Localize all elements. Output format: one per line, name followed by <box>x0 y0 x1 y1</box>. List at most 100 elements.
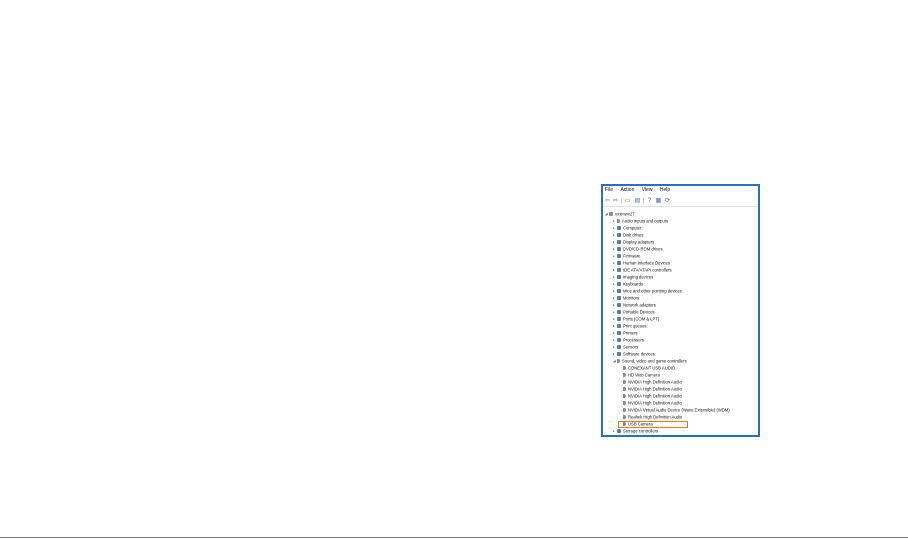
tree-device[interactable]: NVIDIA High Definition Audio <box>623 378 682 385</box>
tree-item-label: Print queues <box>623 323 647 329</box>
tree-category[interactable]: ▸ Human Interface Devices <box>613 259 670 266</box>
device-category-icon <box>617 232 621 237</box>
tree-item-label: System devices <box>623 435 652 437</box>
selected-row <box>619 435 661 437</box>
tree-item-label: NVIDIA High Definition Audio <box>628 400 682 406</box>
tree-category[interactable]: ▸ Portable Devices <box>613 308 655 315</box>
tree-device[interactable]: NVIDIA High Definition Audio <box>623 392 682 399</box>
toolbar-separator <box>643 198 644 204</box>
list-icon[interactable]: ▦ <box>655 198 662 204</box>
tree-category[interactable]: ▸ Printers <box>613 329 637 336</box>
tree-item-label: Sensors <box>623 344 639 350</box>
forward-arrow-icon[interactable]: ⇨ <box>612 198 619 204</box>
speaker-icon <box>617 358 620 363</box>
tree-item-label: Portable Devices <box>623 309 655 315</box>
tree-category[interactable]: ▸ Imaging devices <box>613 273 653 280</box>
speaker-icon <box>623 379 626 384</box>
tree-item-label: DVD/CD-ROM drives <box>623 246 663 252</box>
computer-icon[interactable]: ▭ <box>624 198 631 204</box>
device-tree: ◢ xxxmwx27 ▸ Audio inputs and outputs ▸ Comp… <box>603 210 758 437</box>
device-category-icon <box>617 239 621 244</box>
speaker-icon <box>623 365 626 370</box>
tree-device[interactable]: NVIDIA High Definition Audio <box>623 385 682 392</box>
tree-device[interactable]: NVIDIA Virtual Audio Device (Wave Extens… <box>623 406 730 413</box>
usb-camera-highlight <box>618 421 688 428</box>
tree-category[interactable]: ▸ Firmware <box>613 252 640 259</box>
tree-item-label: Disk drives <box>623 232 644 238</box>
tree-item-label: Firmware <box>623 253 641 259</box>
tree-category[interactable]: ▸ Sensors <box>613 343 638 350</box>
device-category-icon <box>617 246 621 251</box>
tree-item-label: Display adapters <box>623 239 655 245</box>
properties-icon[interactable]: ▤ <box>634 198 641 204</box>
tree-item-label: Software devices <box>623 351 655 357</box>
device-category-icon <box>617 316 621 321</box>
bottom-rule <box>0 537 908 538</box>
tree-category[interactable]: ▸ Network adapters <box>613 301 656 308</box>
toolbar: ⇦ ⇨ ▭ ▤ ? ▦ ⟳ <box>603 196 758 207</box>
device-category-icon <box>617 274 621 279</box>
menu-action[interactable]: Action <box>620 186 634 195</box>
tree-item-label: Printers <box>623 330 638 336</box>
tree-root[interactable]: ◢ xxxmwx27 <box>605 210 635 217</box>
menu-bar: File Action View Help <box>603 186 758 195</box>
tree-category[interactable]: ▸ Storage controllers <box>613 427 658 434</box>
tree-category[interactable]: ▸ Monitors <box>613 294 639 301</box>
tree-item-label: Mice and other pointing devices <box>623 288 682 294</box>
tree-item-label: Human Interface Devices <box>623 260 671 266</box>
tree-category[interactable]: ▸ Display adapters <box>613 238 654 245</box>
tree-item-label: Realtek High Definition Audio <box>628 414 683 420</box>
tree-device[interactable]: NVIDIA High Definition Audio <box>623 399 682 406</box>
tree-category[interactable]: ▸ Computer <box>613 224 641 231</box>
tree-category[interactable]: ▸ DVD/CD-ROM drives <box>613 245 663 252</box>
help-icon[interactable]: ? <box>646 198 653 204</box>
back-arrow-icon[interactable]: ⇦ <box>604 198 611 204</box>
device-category-icon <box>617 344 621 349</box>
tree-category[interactable]: ▸ Ports (COM & LPT) <box>613 315 659 322</box>
tree-category[interactable]: ▸ Disk drives <box>613 231 643 238</box>
tree-category[interactable]: ▸ Audio inputs and outputs <box>613 217 668 224</box>
tree-category[interactable]: ▸ Software devices <box>613 350 655 357</box>
tree-category[interactable]: ▸ IDE ATA/ATAPI controllers <box>613 266 672 273</box>
tree-category[interactable]: ▸ Processors <box>613 336 644 343</box>
device-category-icon <box>617 218 620 223</box>
speaker-icon <box>623 407 626 412</box>
tree-item-label: Monitors <box>623 295 640 301</box>
tree-device[interactable]: HD Web Camera <box>623 371 660 378</box>
toolbar-separator <box>621 198 622 204</box>
menu-view[interactable]: View <box>642 186 653 195</box>
tree-item-label: NVIDIA Virtual Audio Device (Wave Extens… <box>628 407 730 413</box>
tree-category[interactable]: ▸ Mice and other pointing devices <box>613 287 682 294</box>
tree-category[interactable]: ▸ Keyboards <box>613 280 643 287</box>
device-category-icon <box>617 267 621 272</box>
tree-device[interactable]: CONEXANT USB AUDIO <box>623 364 675 371</box>
device-category-icon <box>617 323 621 328</box>
tree-item-label: NVIDIA High Definition Audio <box>628 393 682 399</box>
tree-item-label: Audio inputs and outputs <box>622 218 669 224</box>
tree-category[interactable]: ▸ Print queues <box>613 322 647 329</box>
device-category-icon <box>617 351 621 356</box>
collapsed-arrow-icon[interactable]: ▸ <box>613 435 617 437</box>
device-category-icon <box>617 281 621 286</box>
tree-category-expanded[interactable]: ◢ Sound, video and game controllers <box>613 357 687 364</box>
tree-item-label: Keyboards <box>623 281 644 287</box>
speaker-icon <box>623 372 626 377</box>
menu-help[interactable]: Help <box>660 186 670 195</box>
tree-device[interactable]: Realtek High Definition Audio <box>623 413 682 420</box>
speaker-icon <box>623 393 626 398</box>
scan-icon[interactable]: ⟳ <box>664 198 671 204</box>
device-category-icon <box>617 302 621 307</box>
tree-item-label: Ports (COM & LPT) <box>623 316 660 322</box>
device-category-icon <box>617 330 621 335</box>
menu-file[interactable]: File <box>605 186 613 195</box>
tree-item-label: Computer <box>623 225 642 231</box>
tree-item-label: Imaging devices <box>623 274 654 280</box>
tree-item-label: NVIDIA High Definition Audio <box>628 386 682 392</box>
tree-item-label: HD Web Camera <box>628 372 660 378</box>
tree-item-label: NVIDIA High Definition Audio <box>628 379 682 385</box>
speaker-icon <box>623 386 626 391</box>
tree-item-label: Storage controllers <box>623 428 659 434</box>
tree-item-label: Network adapters <box>623 302 656 308</box>
device-category-icon <box>617 436 621 437</box>
computer-icon <box>609 211 613 216</box>
